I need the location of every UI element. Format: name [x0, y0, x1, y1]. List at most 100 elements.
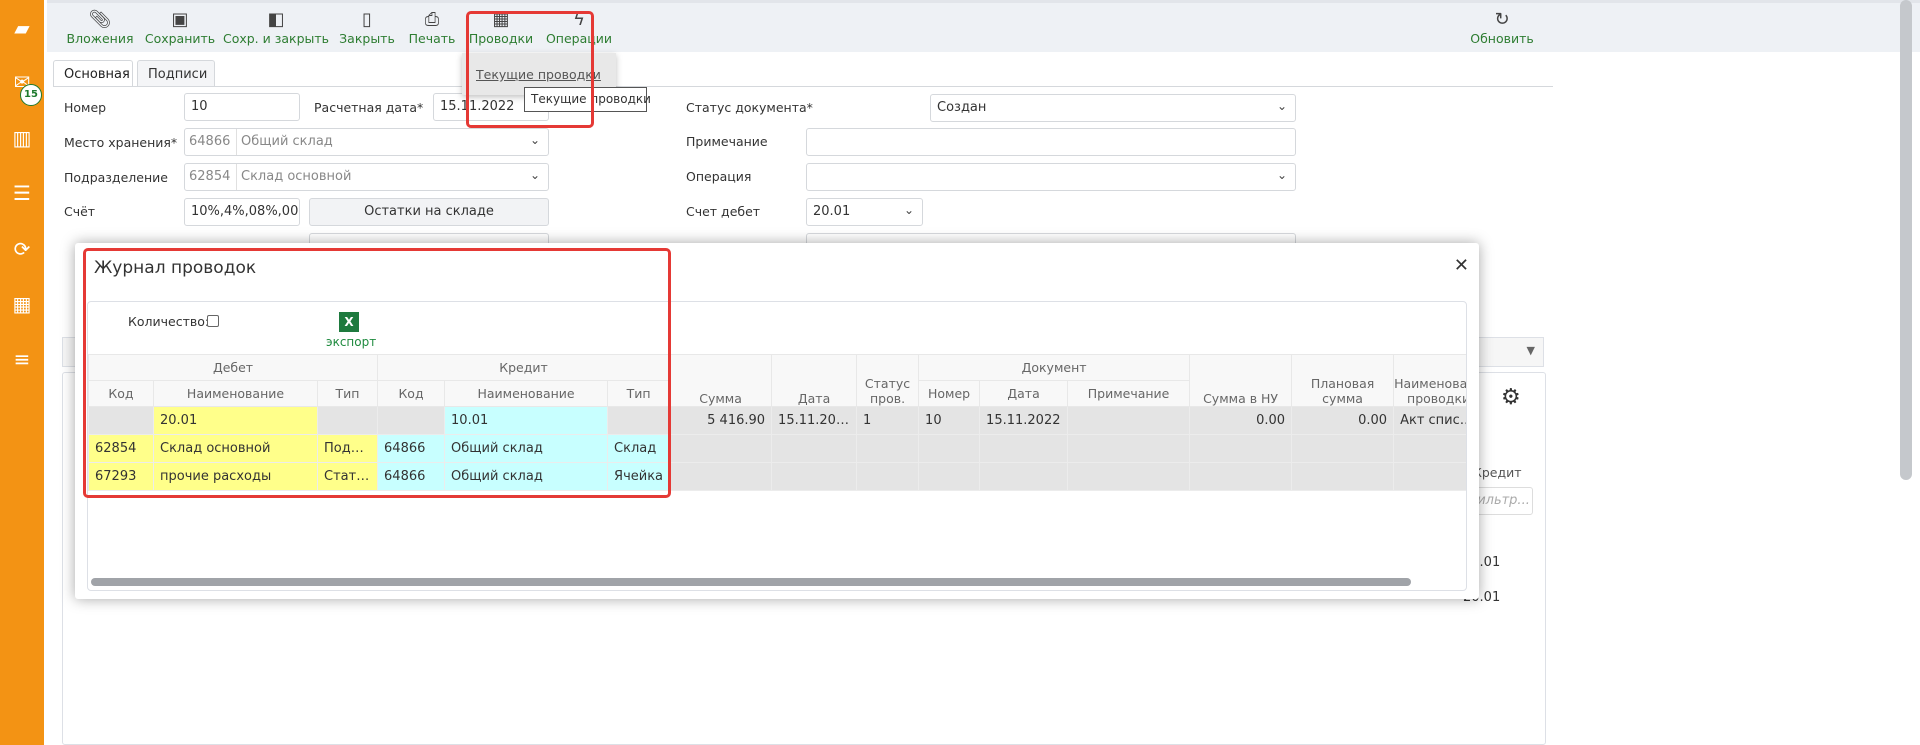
current-postings-link[interactable]: Текущие проводки [476, 67, 601, 82]
storage-select[interactable]: 64866 Общий склад ⌄ [184, 128, 549, 156]
division-select[interactable]: 62854 Склад основной ⌄ [184, 163, 549, 191]
storage-label: Место хранения* [64, 135, 178, 150]
column-header[interactable]: Сумма [669, 354, 773, 407]
chevron-down-icon: ⌄ [1276, 99, 1287, 113]
export-button[interactable]: экспорт [326, 335, 376, 349]
excel-icon[interactable]: X [339, 312, 359, 332]
paperclip-icon: 📎︎ [88, 9, 112, 30]
table-cell: прочие расходы [153, 462, 318, 491]
column-header[interactable]: Наименование [153, 380, 318, 407]
table-cell: 67293 [88, 462, 154, 491]
label: Операции [545, 31, 613, 46]
account-input[interactable]: 10%,4%,08%,00% [184, 198, 300, 226]
save-close-icon: ◧ [267, 9, 285, 30]
save-icon: ▣ [171, 9, 189, 30]
column-header[interactable]: Статус пров. [856, 354, 920, 407]
refresh-icon: ↻ [1494, 9, 1510, 30]
column-header[interactable]: Тип [607, 380, 671, 407]
toolbar: 📎︎ Вложения ▣ Сохранить ◧ Сохр. и закрыть ▯… [47, 0, 1920, 52]
table-cell [669, 434, 773, 463]
column-header[interactable]: Наименование [444, 380, 609, 407]
checklist-icon[interactable]: ≡ [10, 347, 34, 371]
table-row[interactable]: 20.01 10.01 5 416.90 15.11.2022 1 10 15.11.202… [88, 406, 1466, 435]
storage-code: 64866 [185, 129, 237, 155]
schedule-icon[interactable]: ▦ [10, 292, 34, 316]
column-header[interactable]: Плановая сумма [1291, 354, 1395, 407]
column-header[interactable]: Сумма в НУ [1189, 354, 1293, 407]
table-cell [1291, 462, 1395, 491]
division-name: Склад основной [241, 169, 352, 184]
modal-title: Журнал проводок [94, 258, 257, 278]
chevron-down-icon: ⌄ [1276, 168, 1287, 182]
table-cell: Статья [316, 462, 379, 491]
column-header[interactable]: Дата [979, 380, 1069, 407]
date-label: Расчетная дата* [314, 100, 424, 115]
attachments-button[interactable]: 📎︎ Вложения [67, 9, 134, 46]
label: Вложения [66, 31, 134, 46]
table-cell: Ячейка [607, 462, 671, 491]
sync-icon[interactable]: ⟳ [10, 237, 34, 261]
label: Закрыть [339, 31, 395, 46]
table-cell: Акт списания [1393, 406, 1466, 435]
table-cell: 64866 [377, 462, 446, 491]
header-group-row: Дебет Кредит Сумма Дата Статус пров. Документ… [88, 354, 1466, 407]
number-label: Номер [64, 100, 107, 115]
table-cell: Общий склад [444, 434, 609, 463]
printer-icon: ⎙ [424, 9, 440, 30]
postings-button[interactable]: ▦ Проводки [469, 9, 533, 46]
column-header[interactable]: Примечание [1067, 380, 1191, 407]
table-cell [856, 434, 920, 463]
note-input[interactable] [806, 128, 1296, 156]
operation-select[interactable]: ⌄ [806, 163, 1296, 191]
chart-icon[interactable]: ▥ [10, 126, 34, 150]
table-cell [1393, 434, 1466, 463]
status-select[interactable]: Создан ⌄ [930, 94, 1296, 122]
number-input[interactable]: 10 [184, 93, 300, 121]
gear-icon[interactable]: ⚙ [1501, 385, 1521, 410]
column-header[interactable]: Код [88, 380, 154, 407]
operations-button[interactable]: ϟ Операции [546, 9, 612, 46]
column-header[interactable]: Код [377, 380, 446, 407]
vertical-scrollbar[interactable] [1900, 0, 1912, 480]
print-button[interactable]: ⎙ Печать [409, 9, 456, 46]
table-cell [771, 434, 858, 463]
table-row[interactable]: 67293 прочие расходы Статья 64866 Общий скла… [88, 462, 1466, 491]
debit-select[interactable]: 20.01 ⌄ [806, 198, 923, 226]
list-download-icon[interactable]: ☰ [10, 181, 34, 205]
table-cell: 64866 [377, 434, 446, 463]
save-close-button[interactable]: ◧ Сохр. и закрыть [223, 9, 329, 46]
close-icon[interactable]: ✕ [1454, 255, 1469, 276]
table-cell [856, 462, 920, 491]
chevron-down-icon: ⌄ [903, 203, 914, 217]
table-cell [771, 462, 858, 491]
operation-label: Операция [686, 169, 752, 184]
tab-main[interactable]: Основная [53, 60, 133, 87]
refresh-button[interactable]: ↻ Обновить [1470, 9, 1534, 46]
horizontal-scrollbar[interactable] [91, 578, 1411, 586]
table-cell: 0.00 [1189, 406, 1293, 435]
stock-balance-button[interactable]: Остатки на складе [309, 198, 549, 226]
quantity-checkbox[interactable] [207, 315, 219, 327]
tab-signatures[interactable]: Подписи [137, 60, 215, 87]
folder-icon[interactable]: ▰ [10, 16, 34, 40]
column-header[interactable]: Тип [316, 380, 379, 407]
column-header[interactable]: Номер [918, 380, 981, 407]
table-cell [1291, 434, 1395, 463]
postings-table: Дебет Кредит Сумма Дата Статус пров. Документ… [88, 354, 1466, 491]
account-label: Счёт [64, 204, 96, 219]
status-value: Создан [937, 100, 987, 115]
close-button[interactable]: ▯ Закрыть [339, 9, 395, 46]
table-cell: 20.01 [153, 406, 318, 435]
debit-value: 20.01 [813, 204, 851, 219]
table-cell: 5 416.90 [669, 406, 773, 435]
table-cell: 10.01 [444, 406, 609, 435]
group-document: Документ [918, 354, 1191, 381]
table-row[interactable]: 62854Склад основнойПодразделение64866Общ… [88, 434, 1466, 463]
column-header[interactable]: Наименование проводки [1393, 354, 1466, 407]
debit-label: Счет дебет [686, 204, 761, 219]
division-label: Подразделение [64, 170, 168, 185]
save-button[interactable]: ▣ Сохранить [145, 9, 215, 46]
postings-journal-modal: Журнал проводок ✕ Количество: X экспорт … [75, 243, 1479, 599]
column-header[interactable]: Дата [771, 354, 858, 407]
status-label: Статус документа* [686, 100, 813, 115]
